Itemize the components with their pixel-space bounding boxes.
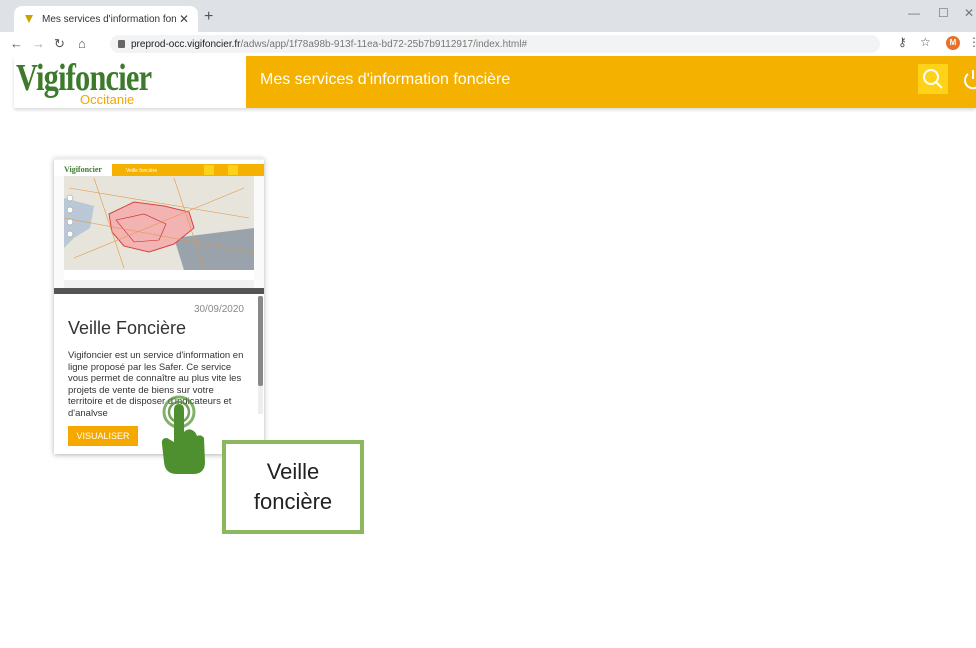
scrollbar-thumb[interactable] (258, 296, 263, 386)
star-icon[interactable]: ☆ (920, 35, 931, 49)
url-input[interactable]: preprod-occ.vigifoncier.fr/adws/app/1f78… (110, 35, 880, 53)
address-bar-row: ← → ↻ ⌂ preprod-occ.vigifoncier.fr/adws/… (0, 32, 976, 56)
visualiser-button[interactable]: VISUALISER (68, 426, 138, 446)
key-icon[interactable]: ⚷ (898, 35, 907, 49)
maximize-icon[interactable]: ☐ (938, 6, 949, 20)
url-host: preprod-occ.vigifoncier.fr (131, 38, 241, 50)
minimize-icon[interactable]: — (908, 6, 920, 20)
callout-box: Veille foncière (222, 440, 364, 534)
card-scrollbar[interactable] (258, 296, 263, 414)
browser-tab[interactable]: Mes services d'information fonciè ✕ (14, 6, 198, 32)
back-icon[interactable]: ← (10, 36, 23, 51)
logo-sub: Occitanie (80, 92, 135, 107)
callout-line-1: Veille (266, 459, 320, 484)
search-icon (923, 69, 943, 89)
card-title: Veille Foncière (68, 318, 187, 338)
search-button[interactable] (918, 64, 948, 94)
card-date: 30/09/2020 (193, 304, 244, 315)
lock-icon (118, 40, 125, 48)
tab-close-icon[interactable]: ✕ (176, 12, 192, 26)
hand-pointer-icon (161, 395, 205, 474)
forward-icon[interactable]: → (32, 36, 45, 51)
logout-button[interactable] (958, 64, 976, 94)
logo[interactable]: Vigifoncier Occitanie (14, 56, 246, 108)
callout-line-2: foncière (253, 489, 333, 514)
url-path: /adws/app/1f78a98b-913f-11ea-bd72-25b7b9… (240, 38, 528, 50)
menu-dots-icon[interactable]: ⋮ (968, 35, 976, 49)
thumb-title: Veille foncière (126, 168, 157, 174)
map-thumbnail-image: Vigifoncier Veille foncière (54, 158, 264, 294)
service-thumbnail: Vigifoncier Veille foncière (54, 158, 264, 294)
reload-icon[interactable]: ↻ (54, 36, 65, 52)
svg-text:Vigifoncier: Vigifoncier (64, 165, 102, 174)
vigifoncier-favicon-icon (25, 15, 33, 23)
app-header: Vigifoncier Occitanie Mes services d'inf… (14, 56, 976, 108)
home-icon[interactable]: ⌂ (78, 36, 86, 51)
profile-avatar[interactable]: M (946, 36, 960, 50)
page-title: Mes services d'information foncière (260, 71, 511, 88)
power-icon (964, 70, 976, 90)
window-close-icon[interactable]: ✕ (964, 6, 974, 20)
tab-title: Mes services d'information fonciè (42, 13, 176, 25)
new-tab-button[interactable]: + (204, 8, 213, 26)
